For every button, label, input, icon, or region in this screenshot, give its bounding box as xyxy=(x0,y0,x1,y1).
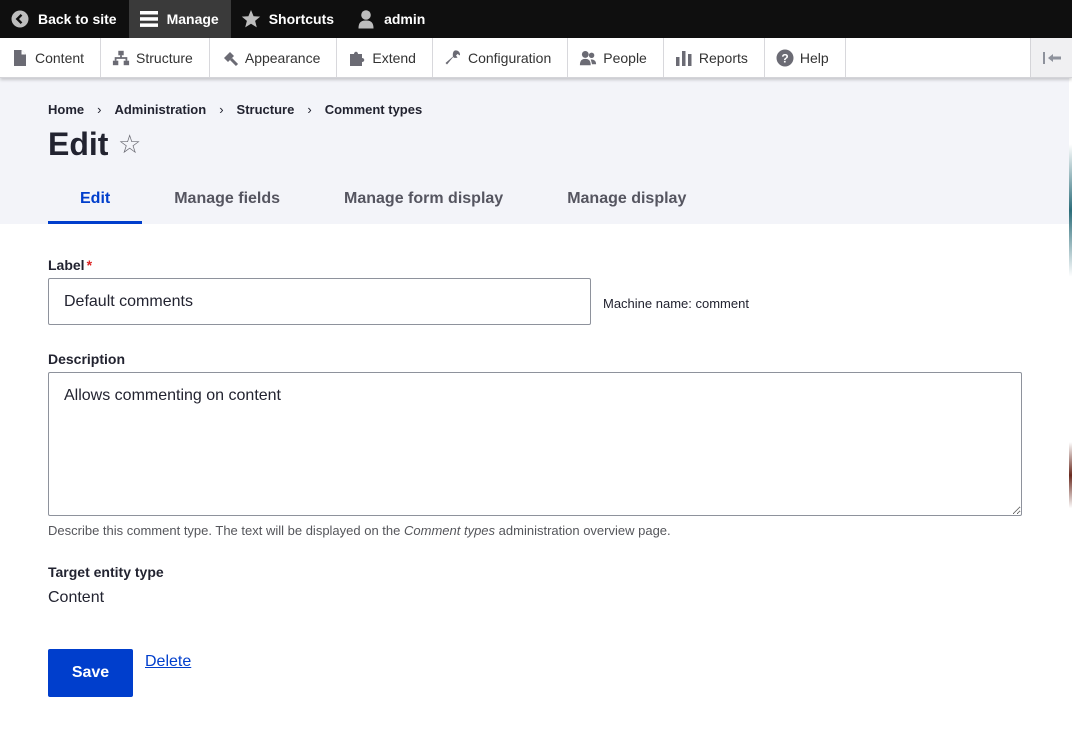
chevron-left-circle-icon xyxy=(10,9,30,29)
tray-item-structure[interactable]: Structure xyxy=(101,38,210,77)
local-tasks-tabs: Edit Manage fields Manage form display M… xyxy=(48,184,718,224)
tab-edit[interactable]: Edit xyxy=(48,184,143,224)
back-to-site-link[interactable]: Back to site xyxy=(0,0,129,38)
puzzle-icon xyxy=(348,49,366,67)
collapse-tray-button[interactable] xyxy=(1030,38,1072,77)
svg-text:?: ? xyxy=(781,51,788,65)
star-icon xyxy=(241,9,261,29)
target-entity-title: Target entity type xyxy=(48,564,164,580)
description-help-text: Describe this comment type. The text wil… xyxy=(48,523,671,538)
description-textarea[interactable]: Allows commenting on content xyxy=(48,372,1022,516)
people-icon xyxy=(579,49,597,67)
help-icon: ? xyxy=(776,49,794,67)
user-tab[interactable]: admin xyxy=(346,0,437,38)
help-text-emphasis: Comment types xyxy=(404,523,496,538)
add-shortcut-star-icon[interactable]: ☆ xyxy=(118,131,141,157)
user-icon xyxy=(356,9,376,29)
tab-manage-form-display[interactable]: Manage form display xyxy=(312,184,535,224)
manage-label: Manage xyxy=(166,11,219,27)
tab-manage-display[interactable]: Manage display xyxy=(535,184,718,224)
tray-item-reports[interactable]: Reports xyxy=(664,38,765,77)
page-title: Edit xyxy=(48,126,109,162)
tray-item-people[interactable]: People xyxy=(568,38,664,77)
tray-item-label: Configuration xyxy=(467,49,552,66)
tray-item-label: Structure xyxy=(136,49,193,66)
tray-item-label: Extend xyxy=(372,49,416,66)
tray-item-label: Reports xyxy=(698,49,748,66)
page-header: Home › Administration › Structure › Comm… xyxy=(0,78,1072,224)
tray-spacer xyxy=(846,38,1030,77)
admin-menu-tray: Content Structure Appearance Extend Conf… xyxy=(0,38,1072,78)
manage-tab[interactable]: Manage xyxy=(128,0,231,38)
tray-item-content[interactable]: Content xyxy=(0,38,102,77)
tray-item-label: Help xyxy=(799,49,829,66)
target-entity-value: Content xyxy=(48,589,105,606)
description-field-title: Description xyxy=(48,351,126,367)
delete-link[interactable]: Delete xyxy=(145,653,191,671)
breadcrumb-separator: › xyxy=(219,102,224,117)
tab-manage-fields[interactable]: Manage fields xyxy=(142,184,312,224)
breadcrumb-structure[interactable]: Structure xyxy=(237,102,295,117)
collapse-left-icon xyxy=(1042,48,1062,68)
help-text-after: administration overview page. xyxy=(495,523,671,538)
tray-item-configuration[interactable]: Configuration xyxy=(433,38,569,77)
sitemap-icon xyxy=(112,49,130,67)
wrench-icon xyxy=(444,49,462,67)
tray-item-label: Content xyxy=(35,49,85,66)
paintbrush-icon xyxy=(221,49,239,67)
admin-toolbar: Back to site Manage Shortcuts admin xyxy=(0,0,1072,38)
label-field-title: Label * xyxy=(48,257,92,273)
back-to-site-label: Back to site xyxy=(38,11,117,27)
shortcuts-label: Shortcuts xyxy=(268,11,335,27)
breadcrumb-administration[interactable]: Administration xyxy=(114,102,206,117)
bar-chart-icon xyxy=(675,49,693,67)
breadcrumb: Home › Administration › Structure › Comm… xyxy=(48,102,422,117)
label-input[interactable] xyxy=(48,278,591,325)
breadcrumb-home[interactable]: Home xyxy=(48,102,84,117)
required-marker: * xyxy=(86,257,93,273)
tray-item-label: Appearance xyxy=(244,49,321,66)
machine-name-text: Machine name: comment xyxy=(603,296,749,311)
user-label: admin xyxy=(384,11,426,27)
tray-item-extend[interactable]: Extend xyxy=(337,38,433,77)
shortcuts-tab[interactable]: Shortcuts xyxy=(231,0,346,38)
breadcrumb-separator: › xyxy=(307,102,312,117)
tray-item-appearance[interactable]: Appearance xyxy=(210,38,338,77)
help-text-before: Describe this comment type. The text wil… xyxy=(48,523,404,538)
label-field-title-text: Label xyxy=(48,257,85,273)
hamburger-icon xyxy=(139,9,159,29)
tray-item-help[interactable]: ? Help xyxy=(765,38,846,77)
document-icon xyxy=(11,49,29,67)
breadcrumb-comment-types[interactable]: Comment types xyxy=(325,102,423,117)
save-button[interactable]: Save xyxy=(48,649,133,697)
breadcrumb-separator: › xyxy=(97,102,102,117)
tray-item-label: People xyxy=(603,49,647,66)
